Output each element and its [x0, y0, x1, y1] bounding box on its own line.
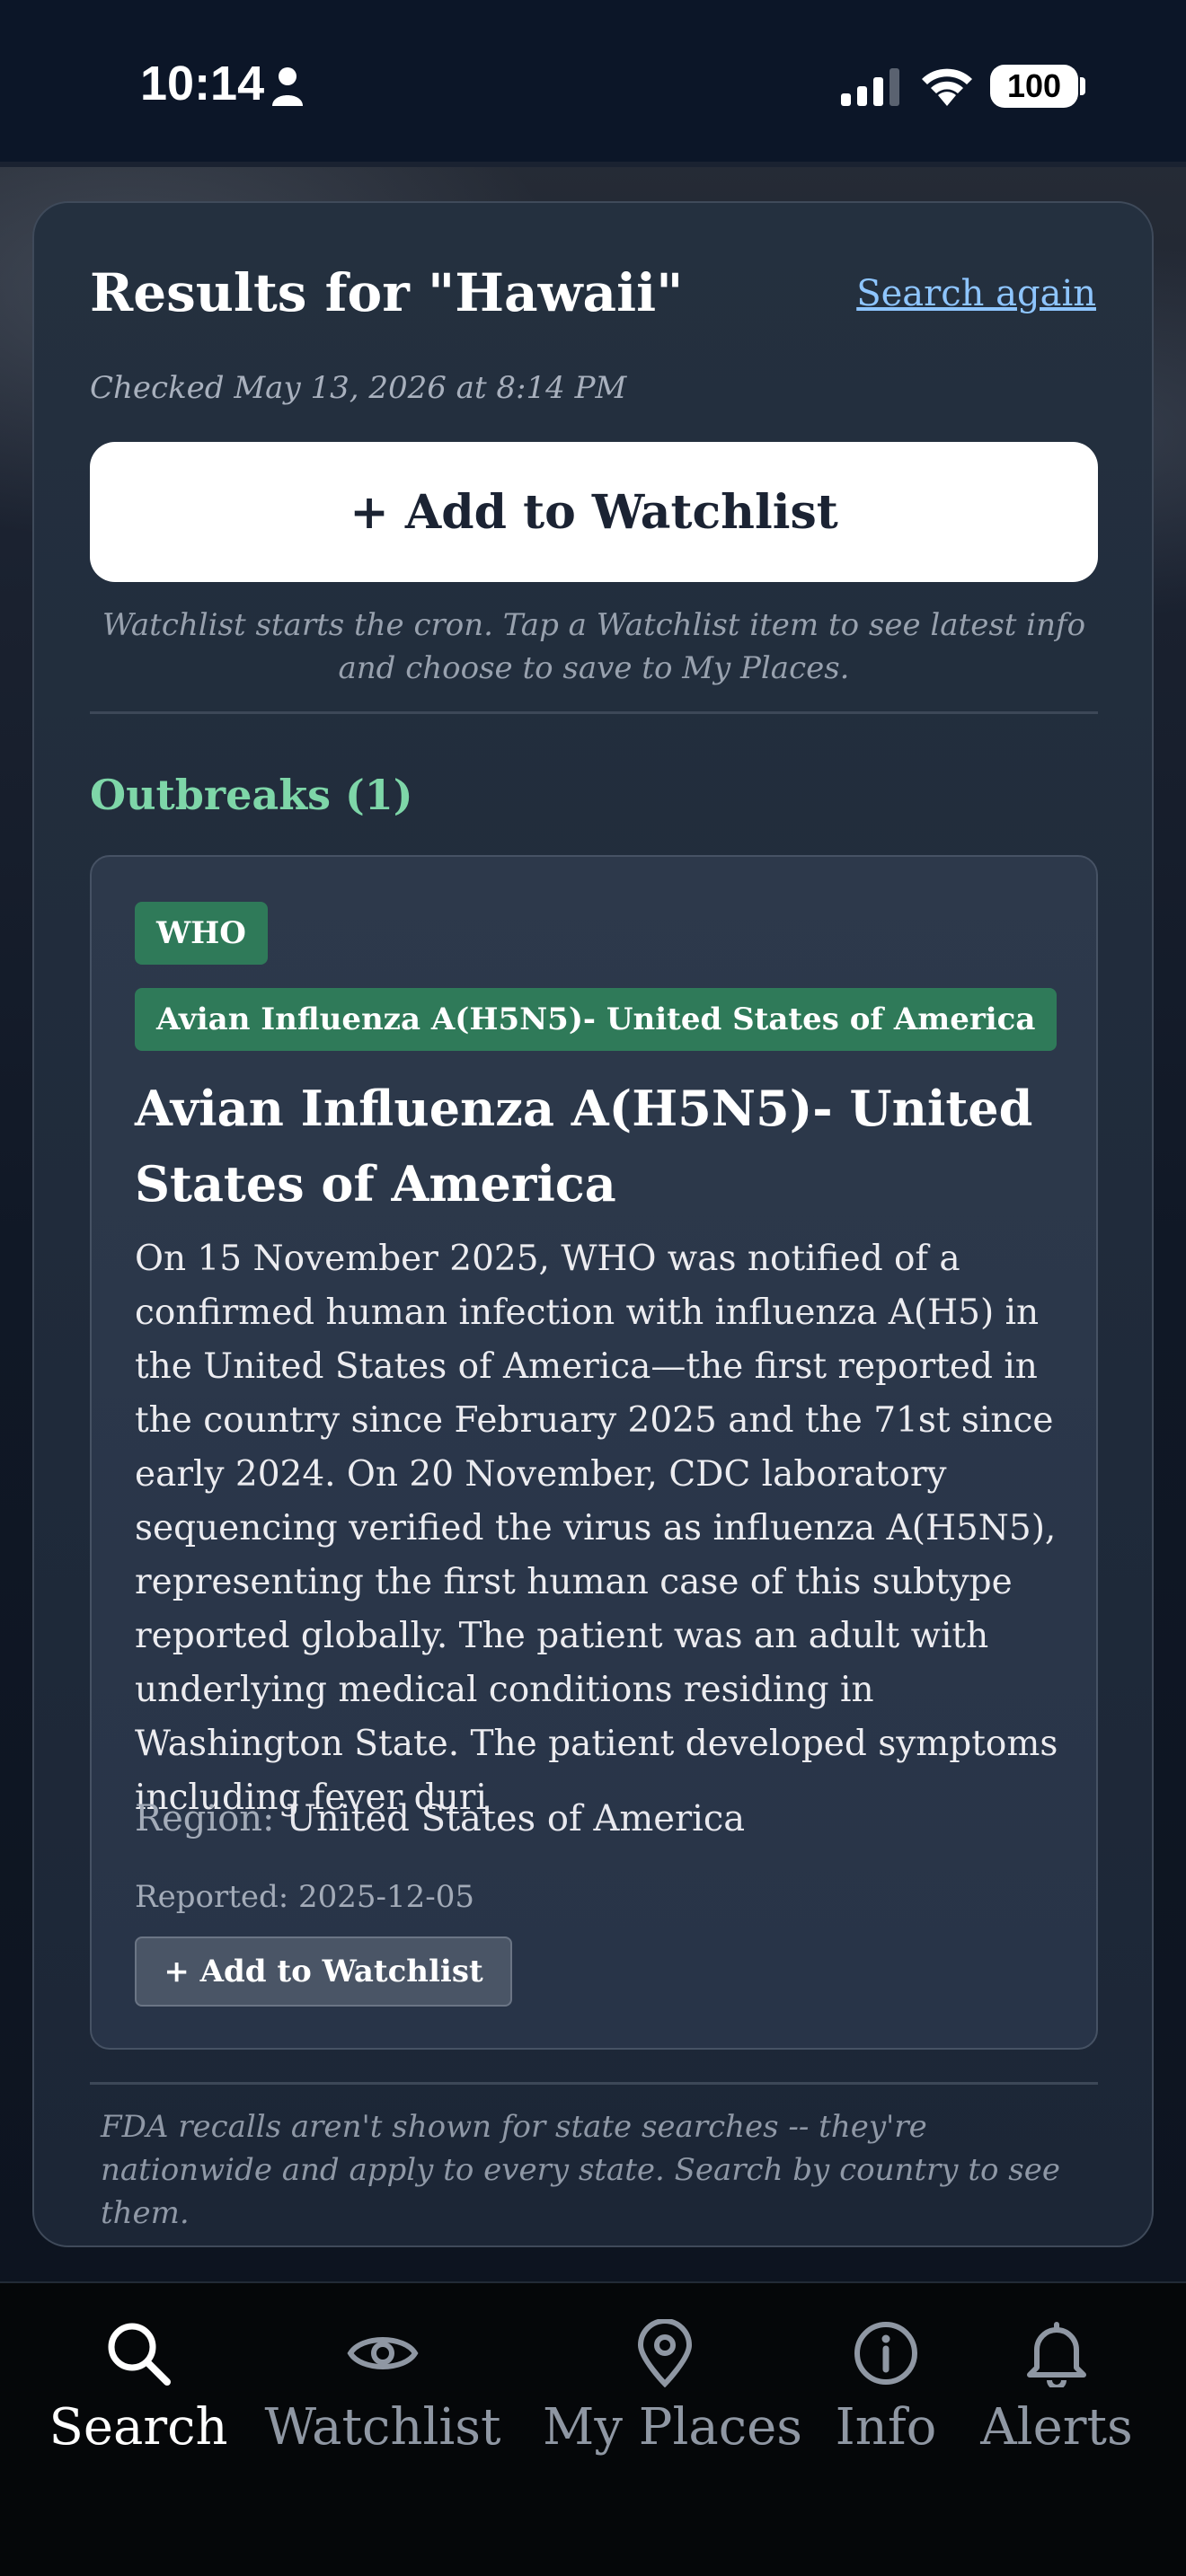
watchlist-note: Watchlist starts the cron. Tap a Watchli… [102, 607, 1086, 686]
nav-tab-my-places[interactable]: My Places [543, 2319, 802, 2499]
nav-tab-watchlist[interactable]: Watchlist [262, 2319, 503, 2499]
divider [90, 2082, 1098, 2085]
person-icon [272, 67, 303, 106]
eye-icon [347, 2337, 419, 2369]
region-label: Region: [135, 1798, 275, 1839]
battery-tip [1080, 77, 1085, 95]
fda-note: FDA recalls aren't shown for state searc… [101, 2109, 1060, 2231]
outbreak-region: Region: United States of America [135, 1798, 745, 1839]
nav-tab-search[interactable]: Search [49, 2319, 228, 2499]
search-icon [108, 2323, 171, 2386]
status-time: 10:14 [140, 57, 265, 110]
outbreaks-heading: Outbreaks (1) [90, 771, 413, 819]
outbreak-add-to-watchlist-button[interactable]: + Add to Watchlist [135, 1936, 512, 2007]
info-icon [854, 2322, 917, 2385]
add-to-watchlist-button[interactable]: + Add to Watchlist [90, 442, 1098, 582]
nav-tab-alerts[interactable]: Alerts [979, 2319, 1134, 2499]
results-card: Results for "Hawaii" Search again Checke… [32, 201, 1154, 2247]
nav-tab-info[interactable]: Info [825, 2319, 947, 2499]
wifi-icon [922, 68, 972, 106]
nav-label-my-places: My Places [543, 2398, 802, 2457]
signal-icon [841, 68, 899, 106]
bottom-nav: Search Watchlist My Places Info Alerts [0, 2281, 1186, 2576]
checked-timestamp: Checked May 13, 2026 at 8:14 PM [90, 370, 627, 406]
reported-date: Reported: 2025-12-05 [135, 1879, 475, 1915]
outbreak-title: Avian Influenza A(H5N5)- United States o… [135, 1080, 1033, 1213]
nav-label-info: Info [835, 2398, 937, 2457]
search-again-link[interactable]: Search again [856, 273, 1096, 314]
map-pin-icon [637, 2319, 693, 2387]
outbreak-card[interactable]: WHO Avian Influenza A(H5N5)- United Stat… [90, 855, 1098, 2050]
battery-indicator: 100 [990, 65, 1078, 108]
divider [90, 711, 1098, 714]
region-value: United States of America [286, 1798, 746, 1839]
nav-label-search: Search [49, 2398, 228, 2457]
outbreak-tag: Avian Influenza A(H5N5)- United States o… [135, 988, 1058, 1051]
status-bar: 10:14 100 [0, 0, 1186, 167]
nav-label-alerts: Alerts [980, 2398, 1133, 2457]
bell-icon [1027, 2322, 1086, 2387]
nav-label-watchlist: Watchlist [264, 2398, 501, 2457]
results-title: Results for "Hawaii" [90, 262, 684, 323]
outbreak-description: On 15 November 2025, WHO was notified of… [135, 1239, 1058, 1818]
source-badge: WHO [135, 902, 268, 965]
